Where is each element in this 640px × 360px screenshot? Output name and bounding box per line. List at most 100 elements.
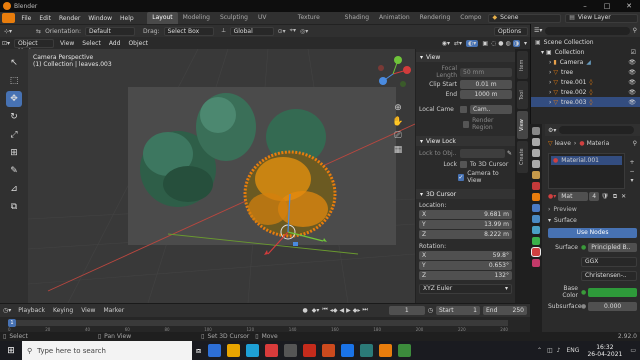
- outliner-type-icon[interactable]: ☰▾: [534, 27, 542, 34]
- unlink-icon[interactable]: ✕: [621, 193, 626, 200]
- tab-physics[interactable]: [532, 226, 540, 234]
- cursor-rotation-x-field[interactable]: X 59.8°: [419, 251, 512, 260]
- workspace-tab-shading[interactable]: Shading: [340, 12, 374, 24]
- render-region-checkbox[interactable]: [462, 120, 470, 128]
- view-section-header[interactable]: ▾ View: [416, 52, 515, 62]
- rotate-tool-icon[interactable]: ↻: [6, 109, 22, 125]
- eye-icon[interactable]: 👁: [628, 89, 636, 96]
- outliner-item-camera[interactable]: › ▮ Camera ◢ 👁: [531, 57, 640, 67]
- pivot-icon[interactable]: ⊙▾: [278, 28, 286, 35]
- current-frame-field[interactable]: 1: [388, 305, 425, 315]
- language-indicator[interactable]: ENG: [567, 347, 580, 354]
- surface-shader-dropdown[interactable]: Principled B..: [588, 243, 637, 252]
- tab-view-layer[interactable]: [532, 160, 540, 168]
- clip-start-field[interactable]: 0.01 m: [460, 80, 512, 89]
- orientation-dropdown[interactable]: Default: [84, 26, 135, 36]
- navigation-gizmo[interactable]: [374, 55, 412, 93]
- scene-selector[interactable]: ◆ Scene: [488, 13, 562, 23]
- cursor-rotation-z-field[interactable]: Z 132°: [419, 271, 512, 280]
- slot-specials-icon[interactable]: ▾: [627, 176, 637, 185]
- workspace-tab-texture-paint[interactable]: Texture Paint: [293, 12, 340, 33]
- view-layer-selector[interactable]: ▤ View Layer: [565, 13, 638, 23]
- xray-icon[interactable]: ▣: [482, 40, 488, 47]
- cursor-location-y-field[interactable]: Y 13.99 m: [419, 220, 512, 229]
- prev-keyframe-icon[interactable]: ◂◆: [330, 307, 338, 314]
- move-tool-icon[interactable]: ✥: [6, 91, 22, 107]
- measure-tool-icon[interactable]: ⊿: [6, 181, 22, 197]
- tab-texture[interactable]: [532, 259, 540, 267]
- shading-material-icon[interactable]: ◍: [505, 40, 510, 47]
- taskbar-search-box[interactable]: ⚲ Type here to search: [22, 341, 192, 360]
- cursor-rotation-y-field[interactable]: Y 0.653°: [419, 261, 512, 270]
- shading-options-icon[interactable]: ▾: [524, 40, 527, 47]
- workspace-tab-layout[interactable]: Layout: [147, 12, 178, 24]
- menu-window[interactable]: Window: [84, 15, 116, 22]
- file-explorer-icon[interactable]: [227, 344, 241, 357]
- clip-end-field[interactable]: 1000 m: [460, 90, 512, 99]
- material-slots-list[interactable]: ● Material.001: [548, 153, 625, 189]
- close-icon[interactable]: ✕: [618, 2, 640, 10]
- to-3d-cursor-checkbox[interactable]: [460, 161, 467, 168]
- properties-type-icon[interactable]: ⚙▾: [548, 127, 556, 134]
- focal-length-field[interactable]: 50 mm: [460, 67, 512, 77]
- grid-view-icon[interactable]: ▦: [390, 143, 406, 157]
- eye-icon[interactable]: 👁: [628, 69, 636, 76]
- menu-playback[interactable]: Playback: [14, 307, 49, 314]
- 3d-viewport[interactable]: Camera Perspective (1) Collection | leav…: [28, 49, 415, 303]
- eyedropper-icon[interactable]: ✎: [507, 150, 512, 157]
- preview-panel-header[interactable]: › Preview: [545, 204, 640, 215]
- tab-tool[interactable]: Tool: [517, 81, 528, 109]
- tab-world[interactable]: [532, 182, 540, 190]
- workspace-tab-animation[interactable]: Animation: [374, 12, 415, 24]
- outliner-item-tree-003[interactable]: › ▽ tree.003 ◊ 👁: [531, 97, 640, 107]
- tab-object[interactable]: [532, 193, 540, 201]
- use-nodes-button[interactable]: Use Nodes: [548, 228, 637, 238]
- add-cube-tool-icon[interactable]: ⧉: [6, 199, 22, 215]
- view-lock-section-header[interactable]: ▾ View Lock: [416, 136, 515, 146]
- end-frame-field[interactable]: End 250: [483, 305, 527, 315]
- start-frame-field[interactable]: Start 1: [436, 305, 480, 315]
- tab-scene[interactable]: [532, 171, 540, 179]
- shading-rendered-icon[interactable]: ◑: [512, 39, 520, 47]
- network-icon[interactable]: ◫: [547, 347, 553, 354]
- visibility-icon[interactable]: ◉▾: [442, 40, 450, 47]
- maximize-icon[interactable]: □: [596, 2, 618, 10]
- tab-create[interactable]: Create: [517, 141, 528, 173]
- tab-render[interactable]: [532, 138, 540, 146]
- volume-icon[interactable]: ♪: [557, 347, 561, 354]
- tab-item[interactable]: Item: [517, 51, 528, 79]
- workspace-tab-compositing[interactable]: Compo: [455, 12, 486, 24]
- menu-view[interactable]: View: [56, 40, 78, 47]
- notifications-icon[interactable]: ▭: [630, 347, 636, 354]
- eye-icon[interactable]: 👁: [628, 79, 636, 86]
- menu-edit[interactable]: Edit: [35, 15, 55, 22]
- duplicate-icon[interactable]: ⧉: [613, 193, 617, 201]
- cursor-location-x-field[interactable]: X 9.681 m: [419, 210, 512, 219]
- adobe-icon[interactable]: [303, 344, 317, 357]
- tab-particles[interactable]: [532, 215, 540, 223]
- workspace-tab-sculpting[interactable]: Sculpting: [215, 12, 253, 24]
- record-icon[interactable]: ●: [303, 307, 308, 314]
- gizmo-toggle-icon[interactable]: ⇄▾: [454, 40, 462, 47]
- cursor-location-z-field[interactable]: Z 8.222 m: [419, 230, 512, 239]
- blender-menu-icon[interactable]: [2, 13, 16, 23]
- menu-marker[interactable]: Marker: [99, 307, 128, 314]
- gizmo-z-icon[interactable]: [379, 77, 387, 85]
- menu-render[interactable]: Render: [55, 15, 84, 22]
- shading-solid-icon[interactable]: ●: [498, 40, 503, 47]
- gizmo-y-icon[interactable]: [394, 56, 402, 64]
- gizmo-x-icon[interactable]: [403, 66, 411, 74]
- checkbox-icon[interactable]: ☑: [631, 49, 636, 56]
- menu-select[interactable]: Select: [78, 40, 105, 47]
- chrome-icon[interactable]: [360, 344, 374, 357]
- cursor-tool-icon[interactable]: ↖: [6, 55, 22, 71]
- mode-dropdown[interactable]: Object Mode: [14, 38, 55, 55]
- pin-icon[interactable]: ⚲: [633, 140, 637, 147]
- material-users-count[interactable]: 4: [589, 192, 600, 201]
- filter-icon[interactable]: ⚲: [633, 27, 637, 34]
- next-keyframe-icon[interactable]: ◆▸: [353, 307, 361, 314]
- 3d-cursor-section-header[interactable]: ▾ 3D Cursor: [416, 189, 515, 199]
- edge-icon[interactable]: [246, 344, 260, 357]
- playhead[interactable]: 1: [8, 319, 16, 327]
- lock-to-object-field[interactable]: [460, 149, 505, 158]
